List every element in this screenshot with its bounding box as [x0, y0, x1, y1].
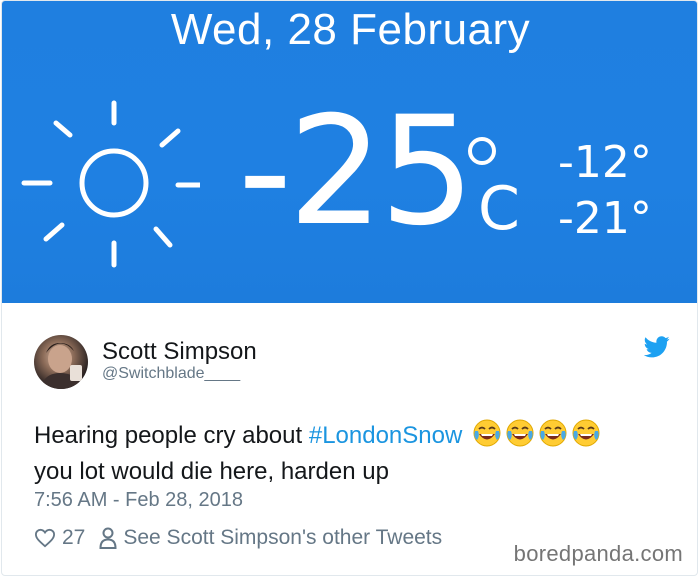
like-count[interactable]: 27 — [62, 526, 85, 550]
weather-screenshot: Wed, 28 February -25 C -12° -21° — [2, 1, 697, 303]
heart-icon[interactable] — [34, 528, 56, 548]
current-temperature: -25 — [238, 85, 475, 259]
degree-symbol — [468, 137, 496, 165]
emoji-group — [473, 419, 605, 456]
twitter-bird-icon[interactable] — [644, 336, 670, 358]
tweet-embed: Scott Simpson @Switchblade____ Hearing p… — [2, 303, 697, 575]
tweet-text-part-1: Hearing people cry about — [34, 422, 309, 449]
low-temperature: -21° — [558, 193, 652, 244]
author-handle[interactable]: @Switchblade____ — [102, 365, 240, 383]
high-temperature: -12° — [558, 137, 652, 188]
hashtag-link[interactable]: #LondonSnow — [309, 422, 462, 449]
temperature-unit: C — [478, 174, 520, 244]
author-name[interactable]: Scott Simpson — [102, 338, 257, 366]
tweet-card: Wed, 28 February -25 C -12° -21° Scott S… — [1, 0, 698, 576]
weather-date: Wed, 28 February — [170, 5, 531, 54]
tweet-text-part-2: you lot would die here, harden up — [34, 458, 389, 485]
watermark: boredpanda.com — [513, 541, 683, 566]
avatar[interactable] — [34, 335, 88, 389]
person-icon — [99, 527, 117, 549]
other-tweets-link[interactable]: See Scott Simpson's other Tweets — [123, 526, 442, 550]
tweet-timestamp[interactable]: 7:56 AM - Feb 28, 2018 — [34, 489, 243, 512]
sun-icon — [21, 100, 200, 268]
tweet-actions: 27 See Scott Simpson's other Tweets — [34, 523, 442, 553]
tweet-text: Hearing people cry about #LondonSnow you… — [34, 419, 674, 488]
avatar-image — [40, 343, 82, 389]
laughing-emoji-icon — [473, 419, 600, 447]
